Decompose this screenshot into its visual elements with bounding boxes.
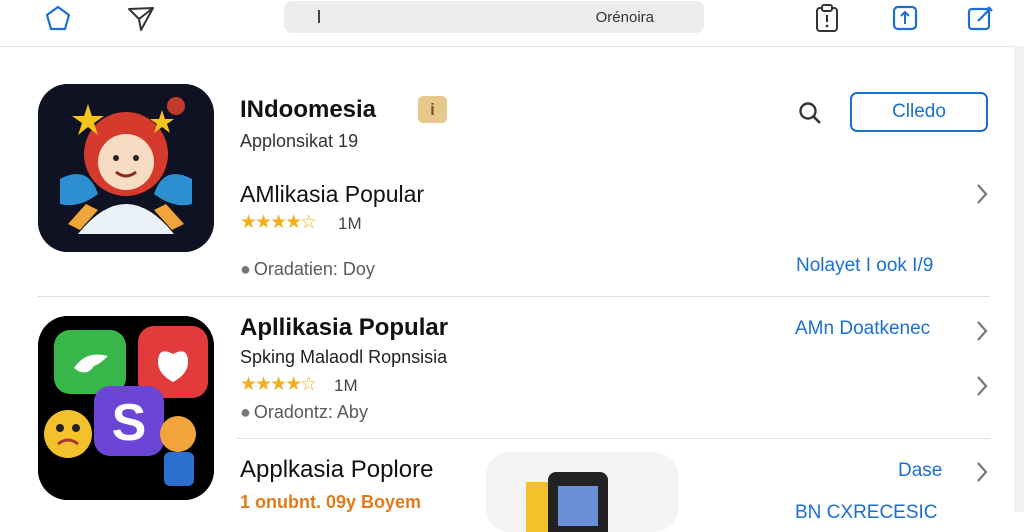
app-meta: ● Oradontz: Aby: [240, 402, 368, 423]
meta-text: Oradontz: Aby: [253, 402, 368, 422]
app-title[interactable]: Applkasia Poplore: [240, 456, 433, 484]
review-count: 1M: [338, 214, 362, 233]
location-pin-icon: ●: [240, 259, 251, 279]
search-input[interactable]: Orénoira: [284, 1, 704, 33]
app-title[interactable]: INdoomesia: [240, 96, 376, 124]
chevron-right-icon[interactable]: [971, 458, 993, 486]
footer-link[interactable]: BN CXRECESIC: [795, 502, 938, 524]
get-button[interactable]: Clledo: [850, 92, 988, 132]
top-bar: Orénoira: [0, 0, 1024, 47]
send-icon[interactable]: [126, 3, 156, 33]
svg-text:S: S: [112, 394, 147, 452]
app-icon-social[interactable]: S: [38, 316, 214, 500]
app-meta: ● Oradatien: Doy: [240, 259, 375, 280]
text-cursor: [318, 10, 320, 23]
location-pin-icon: ●: [240, 402, 251, 422]
meta-text: Oradatien: Doy: [253, 259, 375, 279]
section-title[interactable]: AMlikasia Popular: [240, 181, 424, 208]
info-badge: i: [418, 96, 447, 123]
review-count: 1M: [334, 376, 358, 395]
scroll-edge: [1014, 46, 1024, 512]
home-icon[interactable]: [43, 3, 73, 33]
app-meta: 1 onubnt. 09y Boyem: [240, 492, 422, 512]
more-link[interactable]: Nolayet I ook I/9: [796, 255, 933, 277]
rating-stars: ★★★★☆: [240, 374, 317, 395]
search-value: Orénoira: [595, 9, 654, 26]
search-icon[interactable]: [795, 98, 825, 128]
divider: [236, 438, 990, 439]
developer-link[interactable]: AMn Doatkenec: [795, 318, 930, 340]
details-link[interactable]: Dase: [898, 460, 942, 482]
rating-stars: ★★★★☆: [240, 212, 317, 233]
chevron-right-icon[interactable]: [971, 180, 993, 208]
app-title[interactable]: Apllikasia Popular: [240, 314, 448, 342]
clipboard-icon[interactable]: [812, 3, 842, 33]
chevron-right-icon[interactable]: [971, 372, 993, 400]
share-icon[interactable]: [890, 3, 920, 33]
app-screenshot[interactable]: [486, 452, 678, 532]
divider: [38, 296, 990, 297]
chevron-right-icon[interactable]: [971, 317, 993, 345]
edit-icon[interactable]: [965, 3, 995, 33]
app-icon-mascot[interactable]: [38, 84, 214, 252]
app-subtitle: Applonsikat 19: [240, 131, 359, 151]
app-subtitle: Spking Malaodl Ropnsisia: [240, 347, 448, 367]
